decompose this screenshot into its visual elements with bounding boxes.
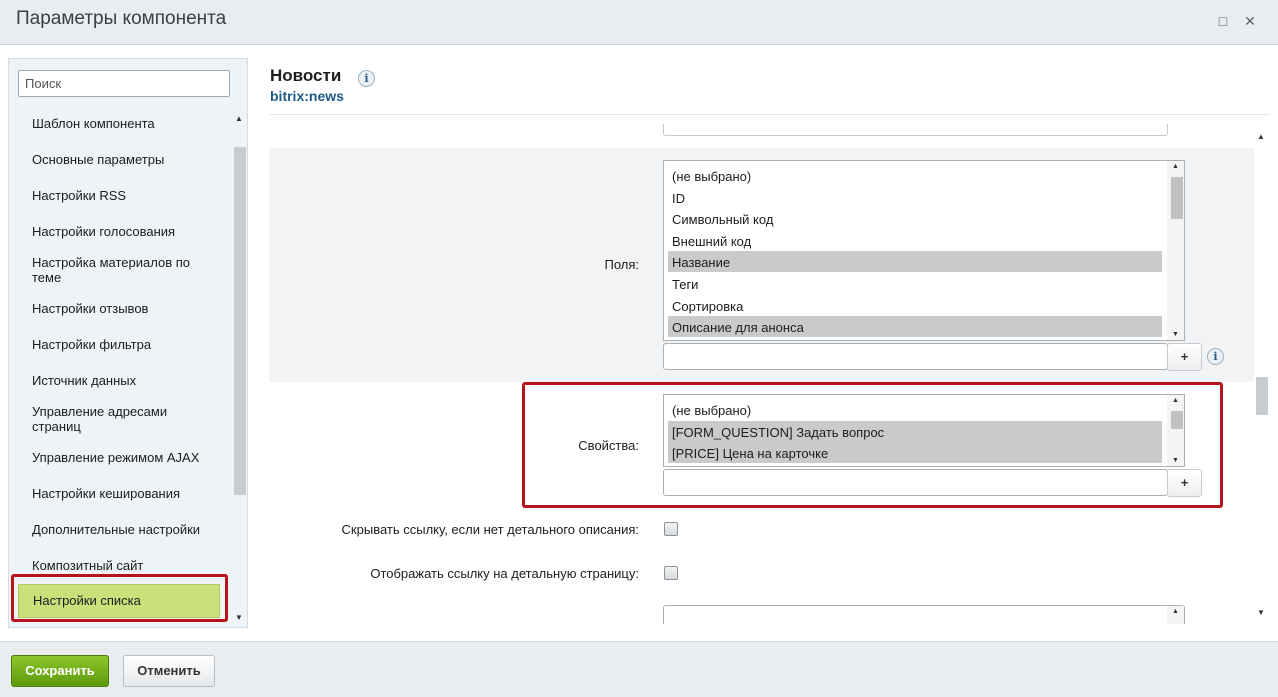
close-icon[interactable]: ✕ (1241, 12, 1259, 30)
scroll-down-icon[interactable]: ▼ (1172, 331, 1179, 338)
next-listbox[interactable]: ▲ (663, 605, 1185, 624)
fields-scroll-thumb[interactable] (1171, 177, 1183, 219)
sidebar-item-rss[interactable]: Настройки RSS (32, 188, 217, 203)
fields-label: Поля: (604, 257, 639, 272)
fields-custom-input[interactable] (663, 343, 1168, 370)
scroll-up-icon[interactable]: ▲ (1172, 608, 1179, 615)
list-item[interactable]: ID (668, 187, 1162, 208)
sidebar-item-template[interactable]: Шаблон компонента (32, 116, 217, 131)
sidebar-item-filter[interactable]: Настройки фильтра (32, 337, 217, 352)
highlight-frame-properties (522, 382, 1223, 508)
window-title: Параметры компонента (16, 8, 227, 29)
sidebar-scroll-thumb[interactable] (234, 147, 246, 495)
sidebar-item-related[interactable]: Настройка материалов по теме (32, 255, 217, 285)
dialog-footer: Сохранить Отменить (0, 641, 1278, 697)
info-icon[interactable]: i (358, 70, 375, 87)
sidebar-item-additional[interactable]: Дополнительные настройки (32, 522, 217, 537)
scroll-up-icon[interactable]: ▲ (235, 114, 243, 123)
sidebar-item-basic[interactable]: Основные параметры (32, 152, 217, 167)
list-item[interactable]: Название (668, 251, 1162, 272)
fields-add-button[interactable]: + (1167, 343, 1202, 371)
main-scrollbar[interactable]: ▲ ▼ (1254, 130, 1270, 624)
previous-field-input[interactable] (663, 124, 1168, 136)
list-item[interactable]: Теги (668, 273, 1162, 294)
hide-link-checkbox[interactable] (664, 522, 678, 536)
fields-listbox[interactable]: (не выбрано) ID Символьный код Внешний к… (663, 160, 1185, 341)
component-code: bitrix:news (270, 88, 344, 104)
show-link-checkbox[interactable] (664, 566, 678, 580)
cancel-button[interactable]: Отменить (123, 655, 215, 687)
sidebar-scrollbar[interactable]: ▲ ▼ (231, 109, 247, 627)
hide-link-label: Скрывать ссылку, если нет детального опи… (341, 522, 639, 537)
sidebar-item-composite[interactable]: Композитный сайт (32, 558, 217, 573)
highlight-frame-sidebar (11, 574, 228, 622)
list-item[interactable]: Внешний код (668, 230, 1162, 251)
sidebar-list: Шаблон компонента Основные параметры Нас… (9, 109, 231, 627)
save-button[interactable]: Сохранить (11, 655, 109, 687)
next-listbox-scrollbar[interactable]: ▲ (1167, 606, 1184, 624)
list-item[interactable]: (не выбрано) (668, 165, 1162, 186)
window-titlebar: Параметры компонента □ ✕ (0, 0, 1278, 45)
main-scroll-thumb[interactable] (1256, 377, 1268, 415)
scroll-down-icon[interactable]: ▼ (235, 613, 243, 622)
sidebar: Шаблон компонента Основные параметры Нас… (8, 58, 248, 628)
sidebar-item-datasource[interactable]: Источник данных (32, 373, 217, 388)
scroll-up-icon[interactable]: ▲ (1257, 132, 1265, 141)
sidebar-item-ajax[interactable]: Управление режимом AJAX (32, 450, 217, 465)
fields-info-icon[interactable]: i (1207, 348, 1224, 365)
search-input[interactable] (18, 70, 230, 97)
show-link-label: Отображать ссылку на детальную страницу: (370, 566, 639, 581)
component-title: Новости (270, 66, 342, 85)
sidebar-item-voting[interactable]: Настройки голосования (32, 224, 217, 239)
list-item[interactable]: Описание для анонса (668, 316, 1162, 337)
fields-scrollbar[interactable]: ▲ ▼ (1167, 161, 1184, 340)
header-divider (269, 114, 1270, 115)
list-item[interactable]: Сортировка (668, 295, 1162, 316)
maximize-icon[interactable]: □ (1214, 12, 1232, 30)
scroll-down-icon[interactable]: ▼ (1257, 608, 1265, 617)
scroll-up-icon[interactable]: ▲ (1172, 163, 1179, 170)
parameters-form: Поля: (не выбрано) ID Символьный код Вне… (269, 124, 1254, 624)
list-item[interactable]: Символьный код (668, 208, 1162, 229)
sidebar-item-urls[interactable]: Управление адресами страниц (32, 404, 217, 434)
sidebar-item-cache[interactable]: Настройки кеширования (32, 486, 217, 501)
sidebar-item-reviews[interactable]: Настройки отзывов (32, 301, 217, 316)
